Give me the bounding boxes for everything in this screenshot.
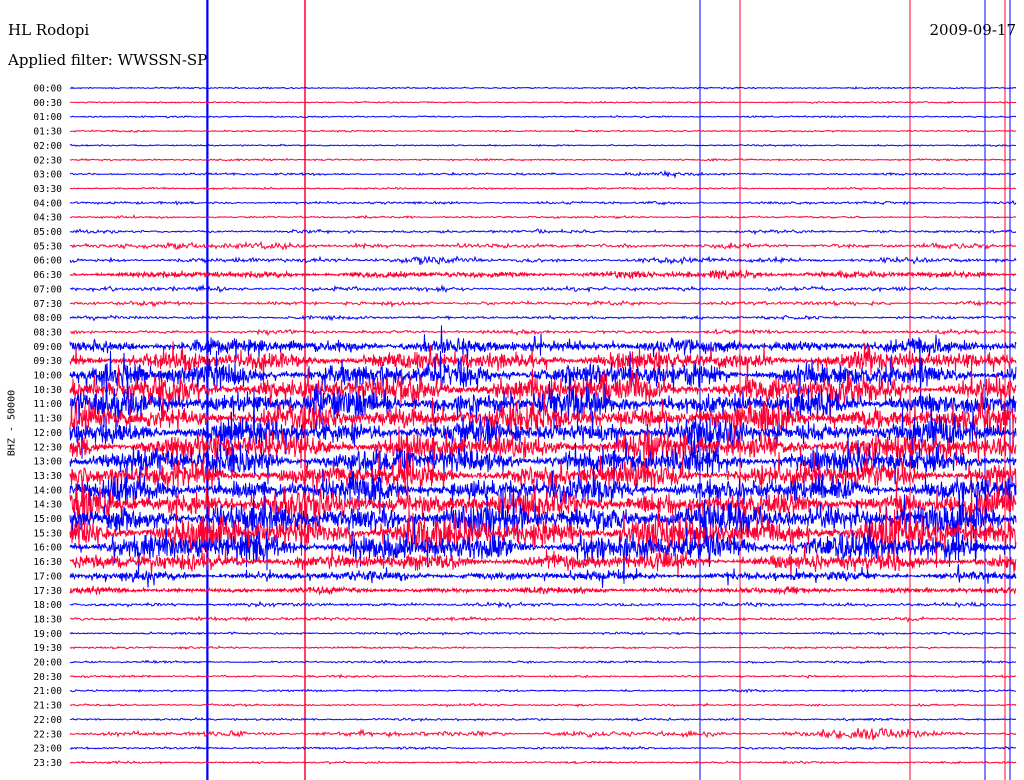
- tick-label: 23:00: [33, 744, 62, 755]
- tick-label: 16:00: [33, 543, 62, 554]
- trace-row: [69, 240, 1017, 251]
- tick-label: 22:30: [33, 729, 62, 740]
- trace-row: [69, 688, 1017, 694]
- trace-row: [69, 299, 1017, 308]
- trace-row: [69, 228, 1017, 236]
- time-tick-labels: 00:00 00:30 01:00 01:30 02:00 02:30 03:00 03:30…: [33, 84, 62, 769]
- tick-label: 08:30: [33, 327, 62, 338]
- tick-label: 21:00: [33, 686, 62, 697]
- tick-label: 01:30: [33, 127, 62, 138]
- trace-row: [69, 143, 1017, 148]
- trace-row: [69, 283, 1017, 294]
- trace-row: [69, 600, 1017, 609]
- tick-label: 03:30: [33, 184, 62, 195]
- tick-label: 21:30: [33, 701, 62, 712]
- tick-label: 19:30: [33, 643, 62, 654]
- trace-row: [69, 760, 1017, 765]
- tick-label: 17:30: [33, 586, 62, 597]
- tick-label: 08:00: [33, 313, 62, 324]
- trace-row: [69, 86, 1017, 90]
- tick-label: 23:30: [33, 758, 62, 769]
- trace-row: [69, 673, 1017, 680]
- tick-label: 05:00: [33, 227, 62, 238]
- trace-row: [69, 645, 1017, 650]
- tick-label: 16:30: [33, 557, 62, 568]
- trace-row: [69, 129, 1017, 133]
- trace-row: [69, 214, 1017, 220]
- tick-label: 10:30: [33, 385, 62, 396]
- trace-row: [69, 169, 1017, 179]
- tick-label: 18:30: [33, 614, 62, 625]
- tick-label: 22:00: [33, 715, 62, 726]
- tick-label: 06:00: [33, 256, 62, 267]
- tick-label: 12:00: [33, 428, 62, 439]
- trace-row: [69, 615, 1017, 623]
- tick-label: 12:30: [33, 442, 62, 453]
- tick-label: 05:30: [33, 241, 62, 252]
- trace-rows: [69, 86, 1017, 765]
- trace-row: [69, 631, 1017, 637]
- tick-label: 04:00: [33, 198, 62, 209]
- trace-row: [70, 100, 1017, 105]
- tick-label: 14:00: [33, 485, 62, 496]
- tick-label: 13:00: [33, 457, 62, 468]
- trace-row: [69, 269, 1017, 280]
- tick-label: 00:00: [33, 84, 62, 95]
- tick-label: 06:30: [33, 270, 62, 281]
- tick-label: 00:30: [33, 98, 62, 109]
- trace-row: [69, 314, 1017, 322]
- trace-row: [69, 157, 1017, 162]
- tick-label: 15:00: [33, 514, 62, 525]
- tick-label: 20:00: [33, 658, 62, 669]
- tick-label: 09:00: [33, 342, 62, 353]
- tick-label: 13:30: [33, 471, 62, 482]
- trace-row: [69, 659, 1017, 665]
- tick-label: 17:00: [33, 571, 62, 582]
- trace-row: [69, 745, 1017, 751]
- tick-label: 20:30: [33, 672, 62, 683]
- trace-row: [69, 255, 1017, 266]
- tick-label: 15:30: [33, 528, 62, 539]
- trace-row: [69, 702, 1017, 708]
- tick-label: 01:00: [33, 112, 62, 123]
- tick-label: 10:00: [33, 371, 62, 382]
- tick-label: 03:00: [33, 170, 62, 181]
- trace-row: [69, 186, 1016, 191]
- trace-row: [69, 199, 1017, 206]
- tick-label: 11:30: [33, 414, 62, 425]
- tick-label: 14:30: [33, 500, 62, 511]
- tick-label: 18:00: [33, 600, 62, 611]
- tick-label: 04:30: [33, 213, 62, 224]
- tick-label: 02:30: [33, 155, 62, 166]
- tick-label: 07:30: [33, 299, 62, 310]
- trace-row: [69, 564, 1017, 588]
- tick-label: 02:00: [33, 141, 62, 152]
- trace-row: [69, 727, 1017, 741]
- tick-label: 11:00: [33, 399, 62, 410]
- tick-label: 19:00: [33, 629, 62, 640]
- tick-label: 09:30: [33, 356, 62, 367]
- trace-row: [69, 328, 1017, 337]
- trace-row: [69, 585, 1017, 596]
- helicorder-plot: 00:00 00:30 01:00 01:30 02:00 02:30 03:00 03:30…: [33, 0, 1017, 780]
- trace-row: [70, 114, 1017, 119]
- trace-row: [69, 716, 1017, 722]
- tick-label: 07:00: [33, 284, 62, 295]
